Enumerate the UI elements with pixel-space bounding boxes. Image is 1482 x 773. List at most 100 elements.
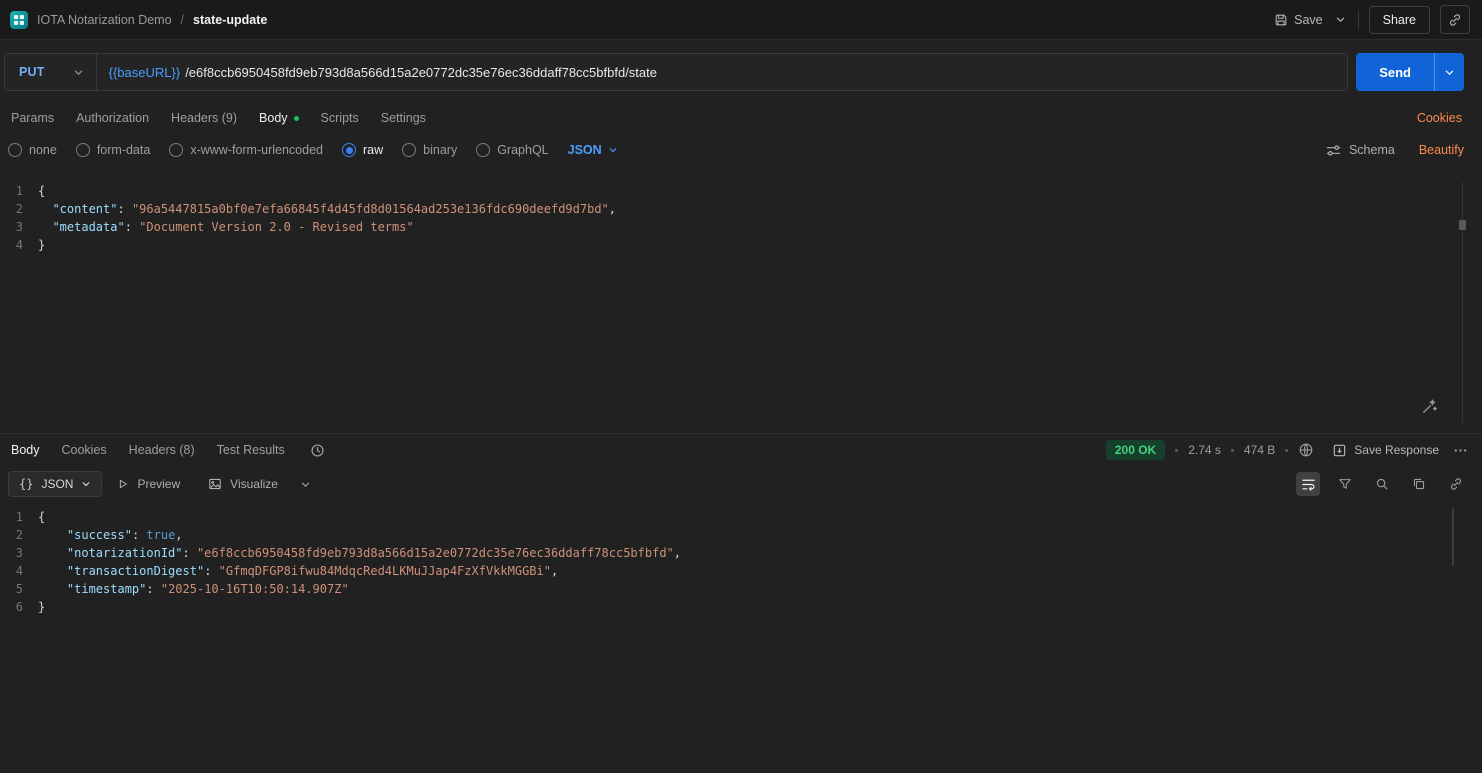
tab-params[interactable]: Params [0,104,65,132]
response-tab-body[interactable]: Body [0,434,51,466]
response-scrollbar-thumb[interactable] [1452,508,1454,566]
cookies-link[interactable]: Cookies [1417,111,1462,125]
radio-icon [75,143,90,157]
globe-icon [1298,442,1314,458]
radio-label: none [29,143,57,157]
save-file-icon [1332,443,1347,458]
response-tab-test-results[interactable]: Test Results [206,434,296,466]
breadcrumb: IOTA Notarization Demo / state-update [10,10,267,29]
response-size[interactable]: 474 B [1244,443,1275,457]
play-icon [117,478,129,490]
response-format-selector[interactable]: {} JSON [8,471,103,497]
breadcrumb-collection[interactable]: IOTA Notarization Demo [37,13,172,27]
chevron-down-icon [73,67,84,78]
url-variable: {{baseURL}} [108,64,181,80]
request-body-editor[interactable]: 1{2 "content": "96a5447815a0bf0e7efa6684… [0,168,1482,433]
body-mode-form-data[interactable]: form-data [75,143,151,157]
line-number: 4 [15,238,23,252]
radio-icon [476,143,491,157]
tab-label: Settings [380,111,426,125]
save-response-button[interactable]: Save Response [1332,443,1439,458]
url-input[interactable]: {{baseURL}} /e6f8ccb6950458fd9eb793d8a56… [97,65,669,80]
save-icon [1274,13,1288,27]
save-options-chevron[interactable] [1333,12,1348,27]
body-mode-binary[interactable]: binary [402,143,457,157]
response-toolbar-icons [1296,472,1468,496]
tab-label: Body [259,111,288,125]
send-button[interactable]: Send [1356,53,1434,91]
line-number: 6 [15,600,23,614]
code-line: 5 "timestamp": "2025-10-16T10:50:14.907Z… [0,580,1482,598]
link-button[interactable] [1444,472,1468,496]
breadcrumb-request-name[interactable]: state-update [193,13,267,27]
meta-separator-dot [1230,448,1234,452]
visualize-label: Visualize [230,477,278,491]
url-control: PUT {{baseURL}} /e6f8ccb6950458fd9eb793d… [4,53,1349,91]
beautify-button[interactable]: Beautify [1419,143,1464,157]
tab-headers[interactable]: Headers (9) [160,104,248,132]
schema-button[interactable]: Schema [1326,143,1395,158]
response-history-button[interactable] [310,443,325,458]
tab-body[interactable]: Body [248,104,310,132]
line-number: 1 [15,184,23,198]
response-time[interactable]: 2.74 s [1188,443,1221,457]
radio-label: raw [363,143,384,157]
code-line: 4} [0,236,1482,254]
format-label: JSON [41,477,74,491]
status-badge[interactable]: 200 OK [1105,440,1166,460]
more-options-button[interactable] [1453,443,1468,458]
copy-button[interactable] [1407,472,1431,496]
language-label: JSON [567,143,602,157]
editor-scrollbar[interactable] [1462,182,1463,423]
response-meta: 200 OK 2.74 s 474 B Save Response [1105,440,1468,460]
code-line: 1{ [0,182,1482,200]
send-options-chevron[interactable] [1434,53,1464,91]
sliders-icon [1326,143,1341,158]
line-number: 3 [15,220,23,234]
radio-label: form-data [96,143,151,157]
meta-separator-dot [1285,448,1289,452]
tab-scripts[interactable]: Scripts [310,104,370,132]
postbot-button[interactable] [1416,393,1442,419]
body-mode-urlencoded[interactable]: x-www-form-urlencoded [169,143,323,157]
chevron-down-icon [81,479,91,489]
code-line: 3 "notarizationId": "e6f8ccb6950458fd9eb… [0,544,1482,562]
body-mode-actions: Schema Beautify [1326,143,1464,158]
wrap-text-button[interactable] [1296,472,1320,496]
schema-label: Schema [1348,143,1395,157]
response-tab-headers[interactable]: Headers (8) [118,434,206,466]
chevron-down-icon [300,479,311,490]
preview-button[interactable]: Preview [104,471,193,497]
line-number: 2 [15,528,23,542]
app-window: IOTA Notarization Demo / state-update Sa… [0,0,1482,773]
response-body-viewer[interactable]: 1{2 "success": true, 3 "notarizationId": … [0,502,1482,773]
editor-scrollbar-thumb[interactable] [1459,220,1466,230]
save-button[interactable]: Save [1274,13,1323,27]
body-mode-raw[interactable]: raw [342,143,383,157]
topbar: IOTA Notarization Demo / state-update Sa… [0,0,1482,40]
radio-label: binary [423,143,458,157]
code-line: 6} [0,598,1482,616]
body-modified-dot [293,115,299,121]
share-button[interactable]: Share [1368,5,1430,34]
tab-authorization[interactable]: Authorization [65,104,160,132]
language-selector[interactable]: JSON [568,143,618,157]
tab-label: Authorization [76,111,150,125]
filter-button[interactable] [1333,472,1357,496]
body-mode-graphql[interactable]: GraphQL [476,143,549,157]
request-body-code: 1{2 "content": "96a5447815a0bf0e7efa6684… [0,182,1482,254]
tab-label: Scripts [320,111,359,125]
method-selector[interactable]: PUT [5,54,97,90]
search-button[interactable] [1370,472,1394,496]
response-tab-cookies[interactable]: Cookies [51,434,118,466]
request-tabs: Params Authorization Headers (9) Body Sc… [0,104,1482,132]
view-options-chevron[interactable] [293,479,318,490]
body-mode-none[interactable]: none [8,143,57,157]
tab-settings[interactable]: Settings [370,104,437,132]
code-line: 2 "content": "96a5447815a0bf0e7efa66845f… [0,200,1482,218]
get-link-button[interactable] [1440,5,1470,34]
url-path: /e6f8ccb6950458fd9eb793d8a566d15a2e0772d… [185,64,657,80]
network-info-button[interactable] [1298,442,1314,458]
preview-label: Preview [137,477,181,491]
visualize-button[interactable]: Visualize [195,471,291,497]
